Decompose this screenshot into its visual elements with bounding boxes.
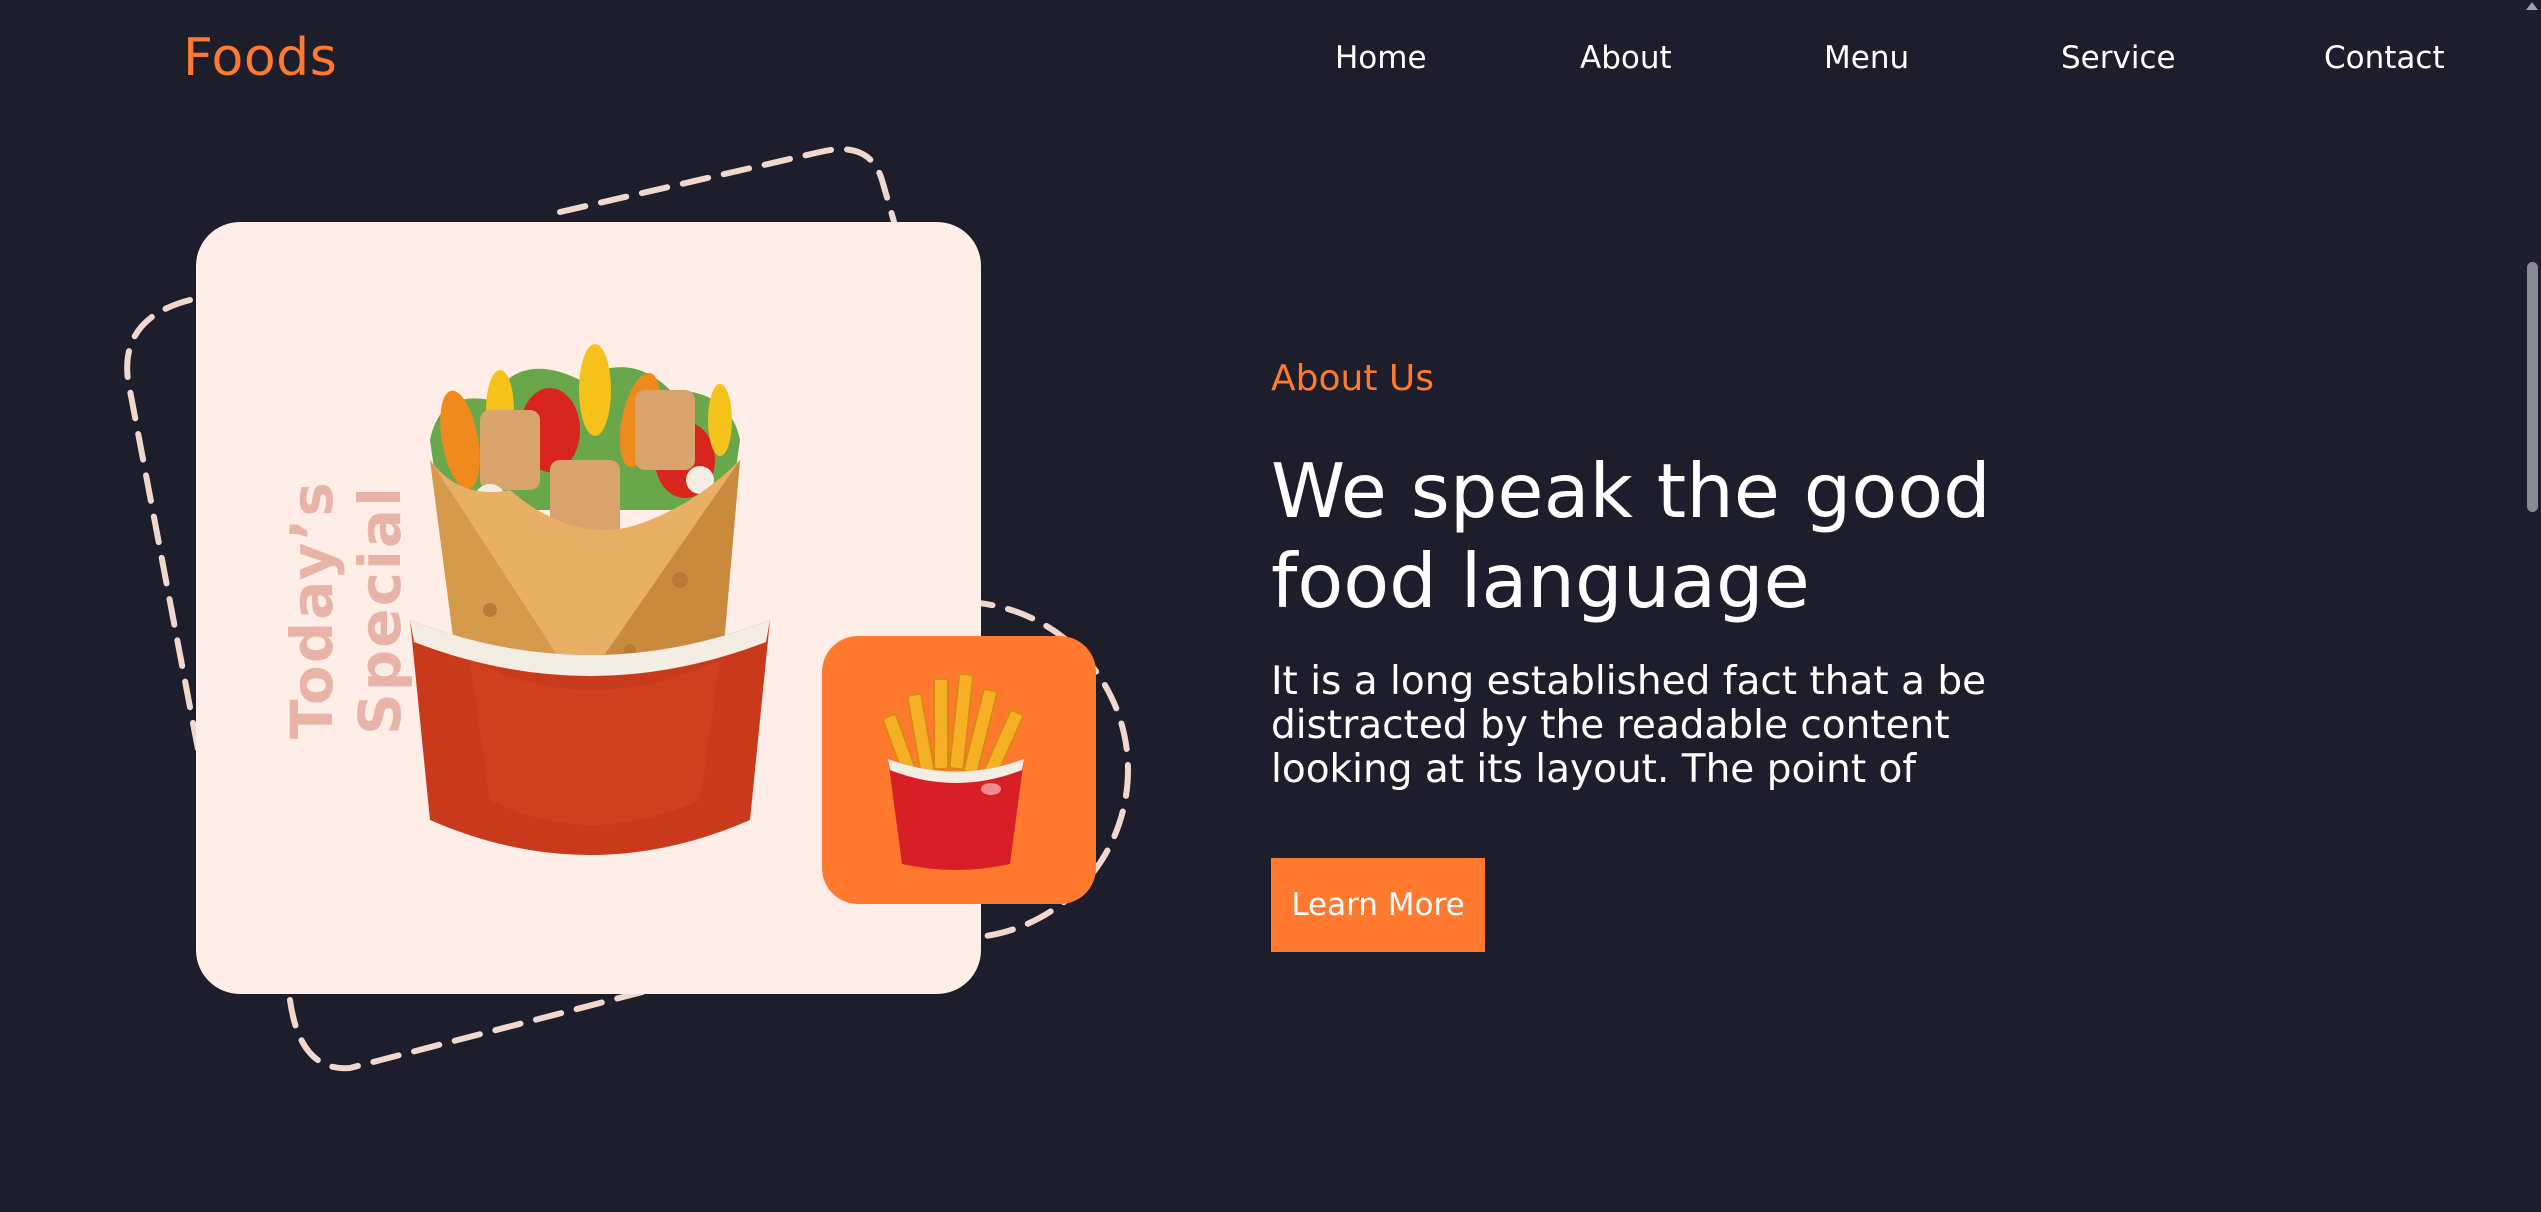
nav-home[interactable]: Home <box>1335 40 1427 76</box>
scrollbar-thumb[interactable] <box>2527 262 2538 512</box>
french-fries-icon <box>882 672 1024 870</box>
hero-description: It is a long established fact that a be … <box>1271 659 1987 792</box>
learn-more-button[interactable]: Learn More <box>1271 858 1485 952</box>
hero-headline: We speak the good food language <box>1271 447 1991 625</box>
scrollbar[interactable] <box>2524 0 2541 1212</box>
nav-about[interactable]: About <box>1580 40 1672 76</box>
scroll-up-arrow-icon[interactable] <box>2526 2 2538 10</box>
burrito-wrap-illustration <box>410 344 770 855</box>
section-label: About Us <box>1271 358 1434 399</box>
nav-contact[interactable]: Contact <box>2324 40 2445 76</box>
nav-menu[interactable]: Menu <box>1824 40 1909 76</box>
todays-special-label: Today’s Special <box>278 480 414 740</box>
nav-service[interactable]: Service <box>2061 40 2176 76</box>
